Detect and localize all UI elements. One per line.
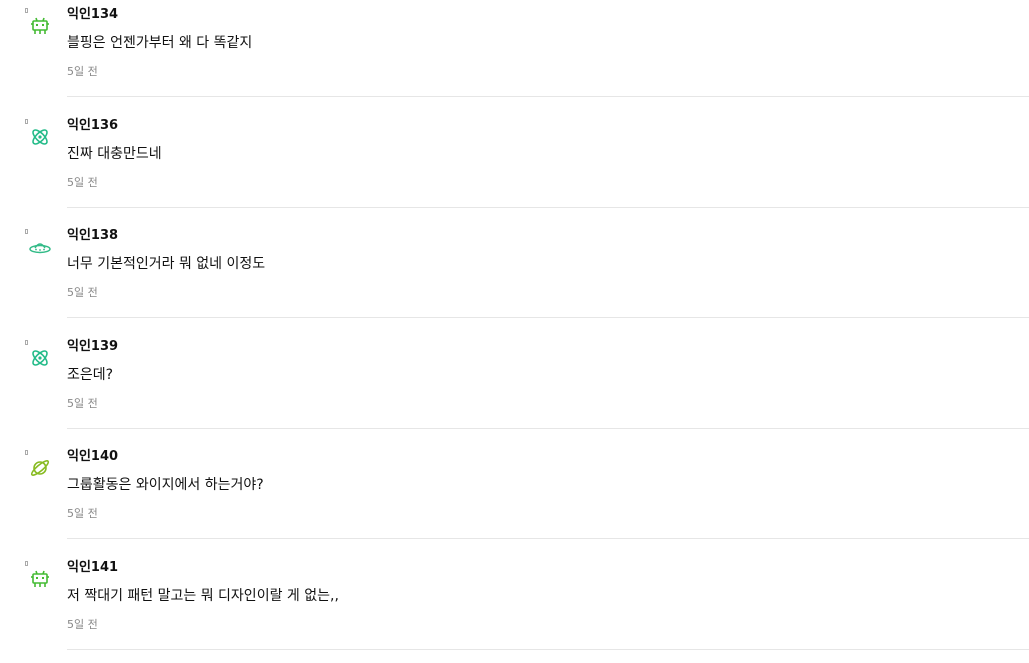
comment-author: 익인136 [67,118,118,134]
comment-item: 익인139 조은데? 5일 전 [0,332,1029,443]
comment-item: 익인138 너무 기본적인거라 뭐 없네 이정도 5일 전 [0,221,1029,332]
divider [67,317,1029,318]
ufo-icon [29,236,51,258]
comment-item: 익인134 블핑은 언젠가부터 왜 다 똑같지 5일 전 [0,0,1029,111]
comment-author: 익인138 [67,228,118,244]
comment-author: 익인140 [67,449,118,465]
comment-text: 저 짝대기 패턴 말고는 뭐 디자인이랄 게 없는,, [67,587,339,605]
alien-invader-icon [29,15,51,37]
comment-item: 익인141 저 짝대기 패턴 말고는 뭐 디자인이랄 게 없는,, 5일 전 [0,553,1029,663]
avatar[interactable] [24,7,54,37]
comment-timestamp: 5일 전 [67,618,98,632]
avatar[interactable] [24,118,54,148]
comment-timestamp: 5일 전 [67,397,98,411]
avatar[interactable] [24,449,54,479]
avatar-badge [25,229,28,234]
divider [67,96,1029,97]
divider [67,207,1029,208]
comment-timestamp: 5일 전 [67,176,98,190]
comment-author: 익인134 [67,7,118,23]
comment-author: 익인141 [67,560,118,576]
comment-text: 너무 기본적인거라 뭐 없네 이정도 [67,255,265,273]
avatar-badge [25,8,28,13]
comment-timestamp: 5일 전 [67,286,98,300]
planet-icon [29,457,51,479]
divider [67,649,1029,650]
divider [67,538,1029,539]
comment-timestamp: 5일 전 [67,65,98,79]
avatar-badge [25,450,28,455]
comment-text: 그룹활동은 와이지에서 하는거야? [67,476,264,494]
comment-item: 익인136 진짜 대충만드네 5일 전 [0,111,1029,222]
comment-text: 블핑은 언젠가부터 왜 다 똑같지 [67,34,252,52]
comment-author: 익인139 [67,339,118,355]
comment-list: 익인134 블핑은 언젠가부터 왜 다 똑같지 5일 전 익인136 진짜 대충… [0,0,1029,663]
comment-timestamp: 5일 전 [67,507,98,521]
comment-item: 익인140 그룹활동은 와이지에서 하는거야? 5일 전 [0,442,1029,553]
avatar[interactable] [24,339,54,369]
avatar-badge [25,119,28,124]
atom-icon [29,126,51,148]
comment-text: 진짜 대충만드네 [67,145,162,163]
avatar[interactable] [24,228,54,258]
atom-icon [29,347,51,369]
comment-text: 조은데? [67,366,113,384]
avatar-badge [25,340,28,345]
avatar-badge [25,561,28,566]
avatar[interactable] [24,560,54,590]
alien-invader-icon [29,568,51,590]
divider [67,428,1029,429]
